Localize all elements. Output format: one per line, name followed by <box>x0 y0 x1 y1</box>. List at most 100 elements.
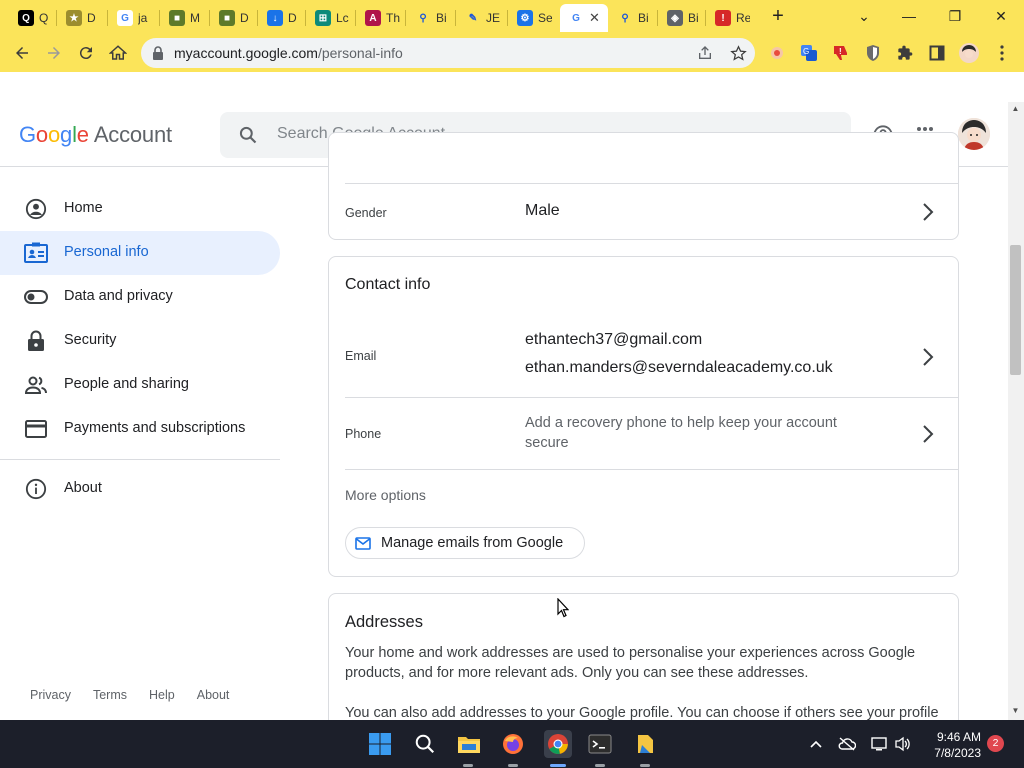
shield-extension-icon[interactable] <box>863 43 883 63</box>
bookmark-star-icon[interactable] <box>729 44 747 62</box>
browser-tab[interactable]: Gja <box>109 4 152 32</box>
browser-tab[interactable]: ✎ JE <box>457 4 500 32</box>
browser-tab[interactable]: ■ M <box>161 4 204 32</box>
tab-separator <box>257 10 258 26</box>
browser-toolbar: myaccount.google.com/personal-info G ! <box>0 34 1024 72</box>
translate-icon[interactable]: G <box>799 43 819 63</box>
page-scrollbar[interactable] <box>1008 102 1024 720</box>
share-icon[interactable] <box>696 44 714 62</box>
scrollbar-thumb[interactable] <box>1010 245 1021 375</box>
info-icon <box>24 477 48 501</box>
minimize-button[interactable]: — <box>895 4 923 28</box>
clock-date: 7/8/2023 <box>934 746 981 760</box>
browser-tab-active[interactable]: G ✕ <box>560 4 608 32</box>
forward-icon[interactable] <box>42 41 66 65</box>
browser-tab[interactable]: ⚲ Bi <box>609 4 652 32</box>
tab-favicon-icon: ■ <box>169 10 185 26</box>
address-bar[interactable]: myaccount.google.com/personal-info <box>141 38 755 68</box>
network-icon[interactable] <box>869 734 889 754</box>
tab-title: Re <box>736 11 750 25</box>
browser-tab[interactable]: ⊞ Lc <box>307 4 350 32</box>
tab-title: D <box>288 11 297 25</box>
profile-avatar[interactable] <box>959 43 979 63</box>
tab-title: Lc <box>336 11 349 25</box>
maximize-button[interactable]: ❐ <box>941 4 969 28</box>
windows-start-icon[interactable] <box>367 731 393 757</box>
terminal-icon[interactable] <box>587 731 613 757</box>
reload-icon[interactable] <box>74 41 98 65</box>
browser-tab[interactable]: ⚲ Bi <box>407 4 450 32</box>
tab-favicon-icon: G <box>568 10 584 26</box>
volume-icon[interactable] <box>893 734 913 754</box>
tab-favicon-icon: G <box>117 10 133 26</box>
sidebar-item-security[interactable]: Security <box>0 319 280 363</box>
manage-emails-button[interactable]: Manage emails from Google <box>345 527 585 559</box>
manage-emails-label: Manage emails from Google <box>381 535 564 551</box>
browser-tab[interactable]: ⚙ Se <box>509 4 552 32</box>
tab-search-icon[interactable]: ⌄ <box>850 4 878 28</box>
tab-close-icon[interactable]: ✕ <box>589 10 600 26</box>
search-icon <box>238 125 258 150</box>
show-hidden-icons-chevron[interactable] <box>806 734 826 754</box>
tab-favicon-icon: ! <box>715 10 731 26</box>
tab-title: Bi <box>688 11 699 25</box>
browser-tab[interactable]: ◈ Bi <box>659 4 702 32</box>
addresses-description: Your home and work addresses are used to… <box>345 645 916 681</box>
chrome-icon[interactable] <box>544 730 572 758</box>
dislike-extension-icon[interactable]: ! <box>831 43 851 63</box>
clock-time: 9:46 AM <box>936 730 981 744</box>
sidebar-item-label: Personal info <box>64 244 149 260</box>
browser-tab[interactable]: ■ D <box>211 4 254 32</box>
google-account-page: GoogleAccount Search Google Account Home… <box>0 72 1024 720</box>
new-tab-button[interactable]: + <box>767 5 789 27</box>
search-taskbar-icon[interactable] <box>412 731 438 757</box>
notification-badge[interactable]: 2 <box>987 735 1004 752</box>
email-primary: ethantech37@gmail.com <box>525 331 703 348</box>
tab-favicon-icon: ⚲ <box>415 10 431 26</box>
browser-tab[interactable]: ↓ D <box>259 4 302 32</box>
scroll-up-arrow[interactable]: ▲ <box>1010 104 1021 114</box>
tab-title: D <box>87 11 96 25</box>
cloud-offline-icon[interactable] <box>837 734 857 754</box>
sidebar-item-data-and-privacy[interactable]: Data and privacy <box>0 275 280 319</box>
back-icon[interactable] <box>10 41 34 65</box>
phone-row[interactable]: Phone Add a recovery phone to help keep … <box>329 398 958 469</box>
extension-icon[interactable] <box>767 43 787 63</box>
sidebar-item-label: People and sharing <box>64 376 189 392</box>
url-text: myaccount.google.com/personal-info <box>174 45 403 61</box>
footer-link-help[interactable]: Help <box>149 688 175 702</box>
email-row[interactable]: Email ethantech37@gmail.com ethan.mander… <box>329 317 958 397</box>
sidebar-item-payments-and-subscriptions[interactable]: Payments and subscriptions <box>0 407 280 451</box>
firefox-icon[interactable] <box>500 731 526 757</box>
sidebar-item-about[interactable]: About <box>0 467 280 511</box>
browser-tab[interactable]: ★ D <box>58 4 101 32</box>
footer-link-terms[interactable]: Terms <box>93 688 127 702</box>
sidebar-item-home[interactable]: Home <box>0 187 280 231</box>
google-account-logo[interactable]: Google Account <box>19 122 172 148</box>
side-panel-icon[interactable] <box>927 43 947 63</box>
browser-tab[interactable]: ! Re <box>707 4 750 32</box>
footer-link-about[interactable]: About <box>197 688 230 702</box>
home-icon[interactable] <box>106 41 130 65</box>
tab-title: Th <box>386 11 400 25</box>
sidebar-item-personal-info[interactable]: Personal info <box>0 231 280 275</box>
sidebar-item-people-and-sharing[interactable]: People and sharing <box>0 363 280 407</box>
files-app-icon[interactable] <box>633 731 659 757</box>
puzzle-extensions-icon[interactable] <box>895 43 915 63</box>
sidebar-item-label: Security <box>64 332 117 348</box>
scroll-down-arrow[interactable]: ▼ <box>1010 706 1021 716</box>
tab-favicon-icon: ⚙ <box>517 10 533 26</box>
browser-menu-icon[interactable] <box>992 43 1012 63</box>
footer-link-privacy[interactable]: Privacy <box>30 688 71 702</box>
close-window-button[interactable]: ✕ <box>987 4 1015 28</box>
phone-value: Add a recovery phone to help keep your a… <box>525 415 837 451</box>
browser-tab[interactable]: A Th <box>357 4 400 32</box>
browser-tab[interactable]: QQ <box>10 4 53 32</box>
gender-row[interactable]: Gender Male <box>329 184 958 240</box>
taskbar-clock[interactable]: 9:46 AM 7/8/2023 <box>925 729 981 761</box>
contact-info-title: Contact info <box>345 276 431 293</box>
taskbar-active-indicator <box>550 764 566 767</box>
account-avatar[interactable] <box>958 118 990 150</box>
sidebar-item-label: Payments and subscriptions <box>64 420 246 436</box>
file-explorer-icon[interactable] <box>456 731 482 757</box>
